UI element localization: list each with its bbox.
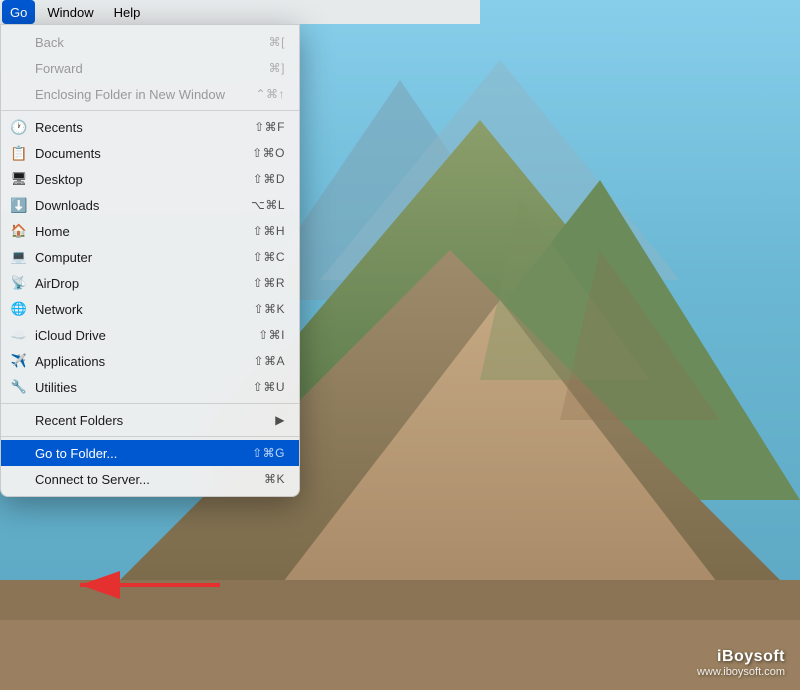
- divider-3: [1, 436, 299, 437]
- menu-item-downloads[interactable]: ⬇️ Downloads ⌥⌘L: [1, 192, 299, 218]
- menu-item-forward[interactable]: Forward ⌘]: [1, 55, 299, 81]
- menu-go[interactable]: Go: [2, 0, 35, 24]
- airdrop-icon: 📡: [11, 275, 27, 291]
- back-icon: [11, 34, 27, 50]
- menu-item-enclosing[interactable]: Enclosing Folder in New Window ⌃⌘↑: [1, 81, 299, 107]
- applications-icon: ✈️: [11, 353, 27, 369]
- menu-item-airdrop[interactable]: 📡 AirDrop ⇧⌘R: [1, 270, 299, 296]
- utilities-icon: 🔧: [11, 379, 27, 395]
- menu-item-documents[interactable]: 📋 Documents ⇧⌘O: [1, 140, 299, 166]
- recents-icon: 🕐: [11, 119, 27, 135]
- desktop-icon: 🖥: [11, 171, 27, 187]
- go-to-folder-icon: [11, 445, 27, 461]
- computer-icon: 💻: [11, 249, 27, 265]
- network-icon: 🌐: [11, 301, 27, 317]
- menu-item-desktop[interactable]: 🖥 Desktop ⇧⌘D: [1, 166, 299, 192]
- divider-2: [1, 403, 299, 404]
- menu-item-icloud[interactable]: ☁️ iCloud Drive ⇧⌘I: [1, 322, 299, 348]
- iboysoft-watermark: iBoysoft www.iboysoft.com: [697, 648, 785, 678]
- icloud-icon: ☁️: [11, 327, 27, 343]
- menu-item-computer[interactable]: 💻 Computer ⇧⌘C: [1, 244, 299, 270]
- enclosing-icon: [11, 86, 27, 102]
- menu-item-recents[interactable]: 🕐 Recents ⇧⌘F: [1, 114, 299, 140]
- go-dropdown-menu: Back ⌘[ Forward ⌘] Enclosing Folder in N…: [0, 24, 300, 497]
- menu-item-utilities[interactable]: 🔧 Utilities ⇧⌘U: [1, 374, 299, 400]
- menu-item-go-to-folder[interactable]: Go to Folder... ⇧⌘G: [1, 440, 299, 466]
- connect-server-icon: [11, 471, 27, 487]
- menu-item-applications[interactable]: ✈️ Applications ⇧⌘A: [1, 348, 299, 374]
- forward-icon: [11, 60, 27, 76]
- menu-item-network[interactable]: 🌐 Network ⇧⌘K: [1, 296, 299, 322]
- menu-bar: Go Window Help: [0, 0, 480, 24]
- menu-item-connect-server[interactable]: Connect to Server... ⌘K: [1, 466, 299, 492]
- menu-item-back[interactable]: Back ⌘[: [1, 29, 299, 55]
- menu-item-recent-folders[interactable]: Recent Folders ▶: [1, 407, 299, 433]
- recent-folders-icon: [11, 412, 27, 428]
- menu-window[interactable]: Window: [37, 0, 103, 24]
- home-icon: 🏠: [11, 223, 27, 239]
- downloads-icon: ⬇️: [11, 197, 27, 213]
- documents-icon: 📋: [11, 145, 27, 161]
- menu-help[interactable]: Help: [104, 0, 151, 24]
- menu-item-home[interactable]: 🏠 Home ⇧⌘H: [1, 218, 299, 244]
- divider-1: [1, 110, 299, 111]
